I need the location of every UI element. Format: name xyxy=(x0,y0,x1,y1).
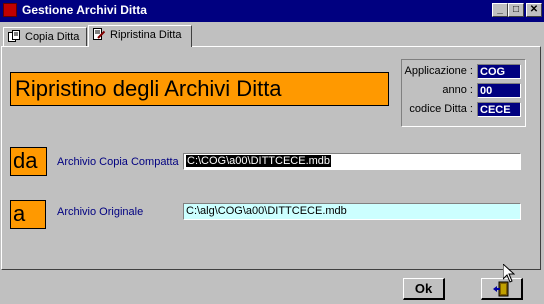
target-badge: a xyxy=(10,200,46,229)
page-title: Ripristino degli Archivi Ditta xyxy=(10,72,389,106)
anno-value: 00 xyxy=(477,83,521,98)
source-path-text: C:\COG\a00\DITTCECE.mdb xyxy=(186,155,332,167)
tab-ripristina-ditta[interactable]: Ripristina Ditta xyxy=(88,25,192,47)
applicazione-value: COG xyxy=(477,64,521,79)
copy-icon xyxy=(8,30,20,42)
exit-button[interactable] xyxy=(481,278,523,300)
edit-icon xyxy=(93,28,106,40)
tab-copia-ditta-label: Copia Ditta xyxy=(25,31,80,43)
tab-ripristina-ditta-label: Ripristina Ditta xyxy=(110,29,182,41)
codice-ditta-value: CECE xyxy=(477,102,521,117)
app-icon[interactable] xyxy=(3,3,17,17)
info-box: Applicazione : COG anno : 00 codice Ditt… xyxy=(401,59,526,127)
maximize-button[interactable]: □ xyxy=(508,3,524,17)
minimize-button[interactable]: _ xyxy=(492,3,508,17)
title-bar: Gestione Archivi Ditta _ □ ✕ xyxy=(0,0,544,22)
applicazione-label: Applicazione : xyxy=(404,65,474,77)
close-button[interactable]: ✕ xyxy=(526,3,542,17)
ok-button[interactable]: Ok xyxy=(403,278,445,300)
codice-ditta-label: codice Ditta : xyxy=(409,103,473,115)
source-badge: da xyxy=(10,147,47,176)
window-title: Gestione Archivi Ditta xyxy=(22,3,147,17)
anno-label: anno : xyxy=(442,84,473,96)
source-label: Archivio Copia Compatta xyxy=(57,156,179,168)
target-path-field[interactable]: C:\alg\COG\a00\DITTCECE.mdb xyxy=(183,203,521,220)
mouse-cursor-icon xyxy=(503,264,515,283)
source-path-field[interactable]: C:\COG\a00\DITTCECE.mdb xyxy=(183,153,521,170)
target-label: Archivio Originale xyxy=(57,206,144,218)
tab-copia-ditta[interactable]: Copia Ditta xyxy=(3,27,87,46)
